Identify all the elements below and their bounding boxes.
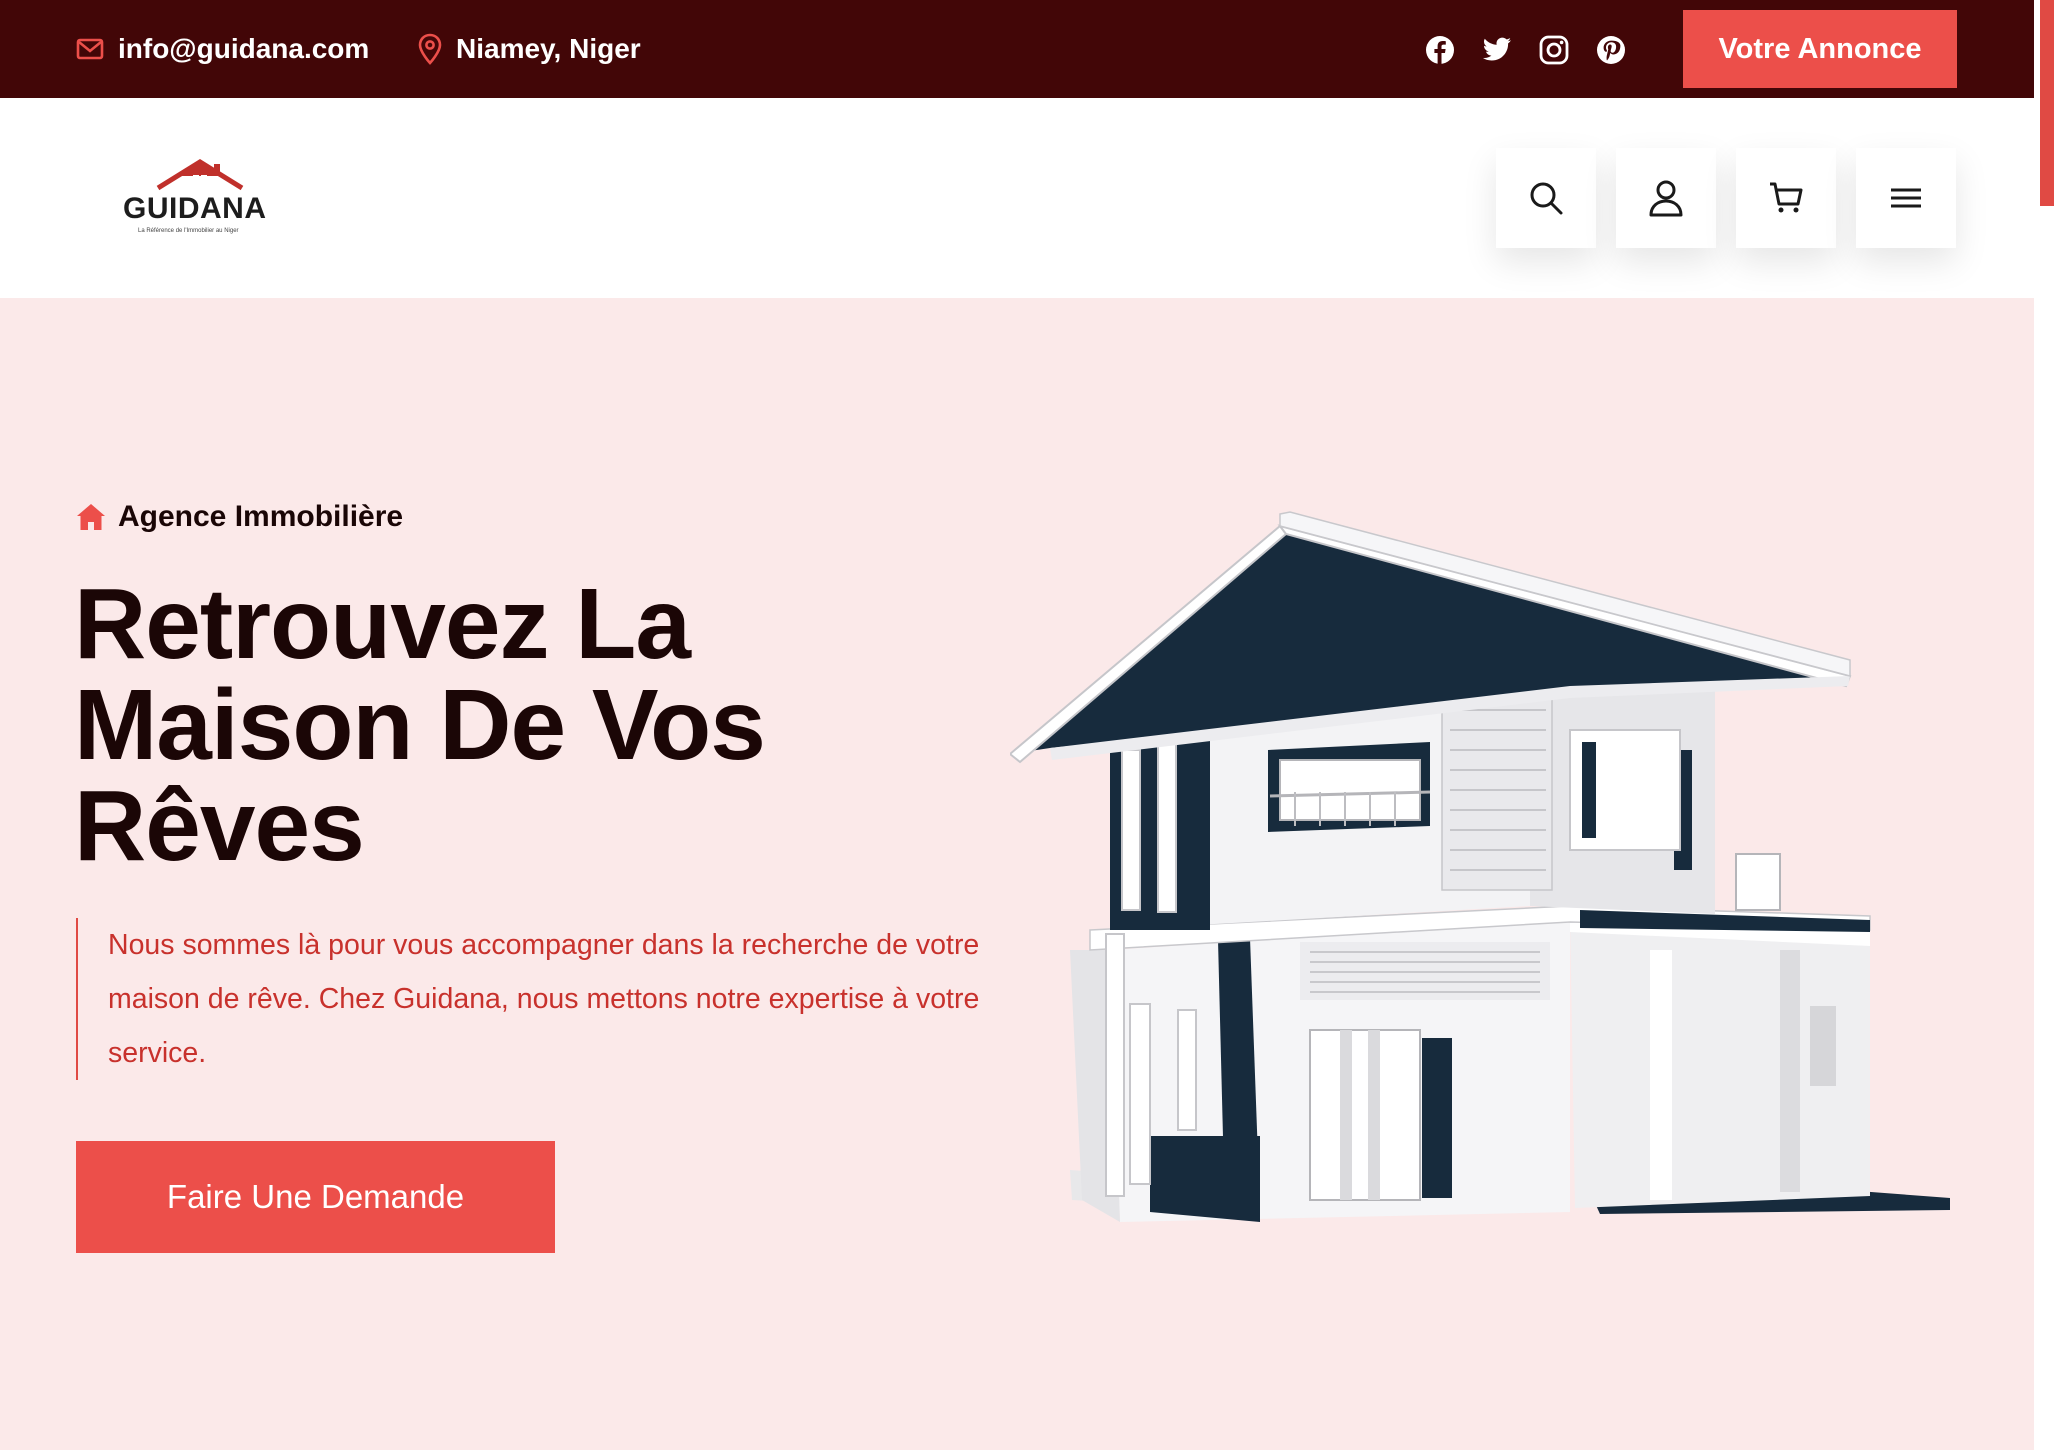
search-button[interactable] — [1496, 148, 1596, 248]
hero-description: Nous sommes là pour vous accompagner dan… — [76, 918, 1016, 1080]
main-header: GUIDANA La Référence de l'Immobilier au … — [0, 98, 2034, 298]
social-links — [1424, 34, 1626, 65]
search-icon — [1530, 182, 1563, 215]
cart-button[interactable] — [1736, 148, 1836, 248]
scrollbar-track[interactable] — [2034, 0, 2054, 1450]
hero-eyebrow: Agence Immobilière — [76, 500, 403, 534]
account-button[interactable] — [1616, 148, 1716, 248]
menu-icon — [1891, 188, 1921, 208]
mail-icon — [76, 38, 104, 60]
home-icon — [77, 504, 105, 530]
twitter-icon[interactable] — [1481, 34, 1512, 65]
hero-title-line-2: Maison De Vos — [74, 669, 766, 781]
pinterest-icon[interactable] — [1595, 34, 1626, 65]
location-text: Niamey, Niger — [456, 33, 641, 64]
user-icon — [1649, 180, 1683, 217]
email-contact[interactable]: info@guidana.com — [76, 0, 369, 98]
hero-title: Retrouvez La Maison De Vos Rêves — [74, 574, 974, 877]
map-pin-icon — [418, 33, 442, 65]
instagram-icon[interactable] — [1538, 34, 1569, 65]
facebook-icon[interactable] — [1424, 34, 1455, 65]
location-contact: Niamey, Niger — [418, 0, 641, 98]
cart-icon — [1770, 182, 1803, 213]
votre-annonce-button[interactable]: Votre Annonce — [1683, 10, 1957, 88]
house-roof-logo-icon — [156, 159, 244, 191]
menu-button[interactable] — [1856, 148, 1956, 248]
eyebrow-text: Agence Immobilière — [118, 500, 404, 533]
hero-title-line-3: Rêves — [74, 770, 365, 882]
email-text[interactable]: info@guidana.com — [118, 33, 369, 65]
logo-text: GUIDANA — [123, 192, 267, 225]
hero-title-line-1: Retrouvez La — [74, 568, 691, 680]
top-bar: info@guidana.com Niamey, Niger Votre Ann… — [0, 0, 2034, 98]
guidana-logo[interactable]: GUIDANA La Référence de l'Immobilier au … — [120, 158, 270, 238]
faire-une-demande-button[interactable]: Faire Une Demande — [76, 1141, 555, 1253]
logo-tagline: La Référence de l'Immobilier au Niger — [138, 228, 239, 234]
scrollbar-thumb[interactable] — [2040, 0, 2054, 206]
house-illustration — [1010, 511, 1950, 1222]
